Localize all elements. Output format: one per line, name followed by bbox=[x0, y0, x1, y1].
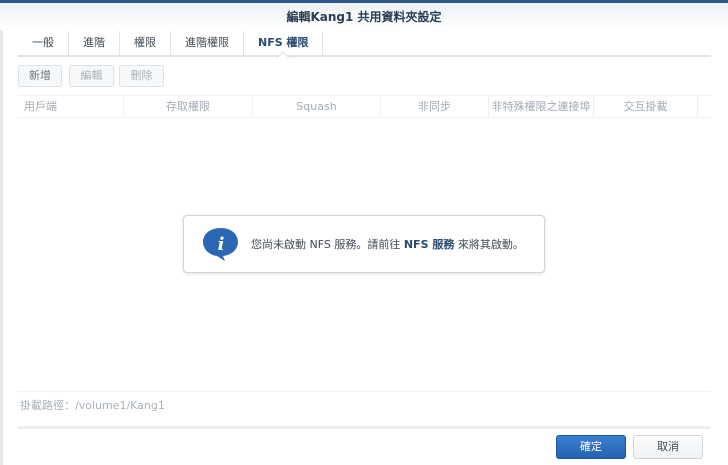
tab-bar: 一般 進階 權限 進階權限 NFS 權限 bbox=[18, 30, 711, 57]
column-non-privileged-port[interactable]: 非特殊權限之連接埠 bbox=[489, 96, 594, 117]
mount-path: 掛載路徑：/volume1/Kang1 bbox=[20, 399, 165, 412]
notice-text: 您尚未啟動 NFS 服務。請前往 NFS 服務 來將其啟動。 bbox=[251, 238, 524, 251]
edit-button[interactable]: 編輯 bbox=[69, 65, 114, 87]
table-header: 用戶端 存取權限 Squash 非同步 非特殊權限之連接埠 交互掛載 bbox=[18, 95, 711, 118]
info-icon: i bbox=[203, 228, 238, 261]
column-client[interactable]: 用戶端 bbox=[18, 96, 124, 117]
column-cross-mount[interactable]: 交互掛載 bbox=[594, 96, 698, 117]
nfs-service-link[interactable]: NFS 服務 bbox=[404, 238, 454, 251]
tab-advanced[interactable]: 進階 bbox=[69, 31, 120, 55]
nfs-disabled-notice: i 您尚未啟動 NFS 服務。請前往 NFS 服務 來將其啟動。 bbox=[183, 215, 545, 273]
ok-button[interactable]: 確定 bbox=[556, 435, 626, 459]
svg-text:i: i bbox=[218, 234, 225, 255]
column-privilege[interactable]: 存取權限 bbox=[124, 96, 253, 117]
divider bbox=[18, 391, 711, 392]
tab-permissions[interactable]: 權限 bbox=[120, 31, 171, 55]
column-async[interactable]: 非同步 bbox=[381, 96, 489, 117]
column-squash[interactable]: Squash bbox=[253, 96, 381, 117]
tab-general[interactable]: 一般 bbox=[18, 31, 69, 55]
cancel-button[interactable]: 取消 bbox=[633, 435, 703, 459]
window-title: 編輯Kang1 共用資料夾設定 bbox=[0, 3, 728, 30]
tab-nfs-permissions[interactable]: NFS 權限 bbox=[244, 31, 324, 55]
delete-button[interactable]: 刪除 bbox=[119, 65, 164, 87]
tab-advanced-permissions[interactable]: 進階權限 bbox=[171, 31, 244, 55]
add-button[interactable]: 新增 bbox=[18, 65, 62, 87]
footer-divider bbox=[18, 426, 711, 429]
window-left-edge bbox=[0, 3, 3, 465]
